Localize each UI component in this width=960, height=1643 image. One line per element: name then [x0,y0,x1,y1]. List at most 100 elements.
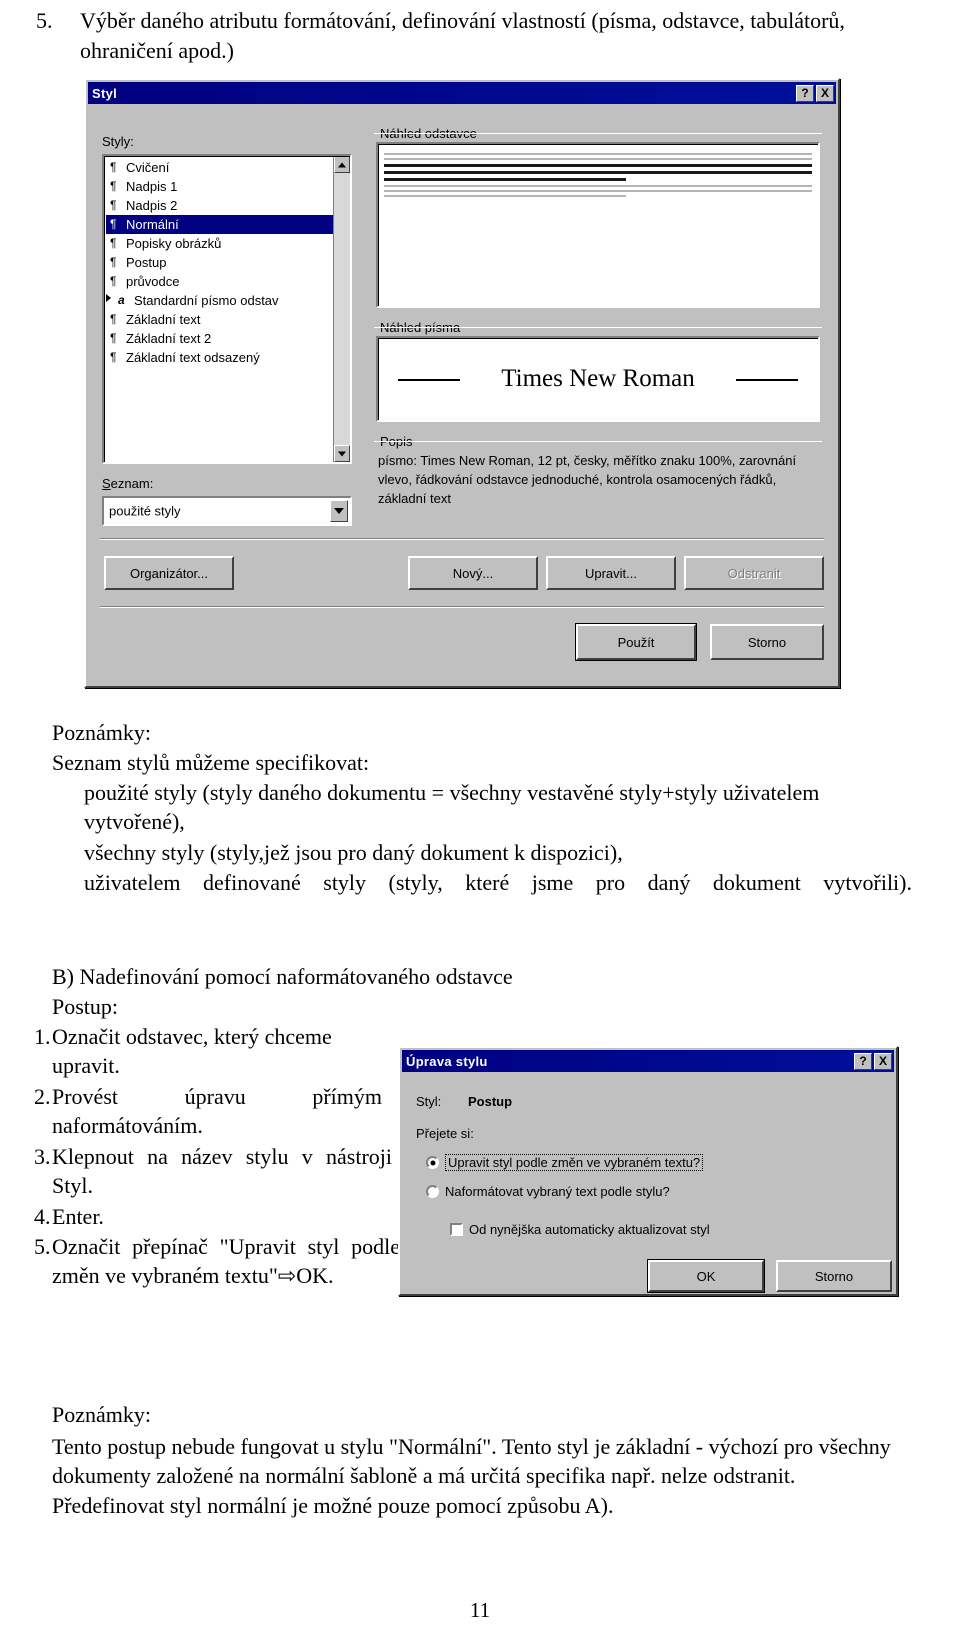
seznam-combobox[interactable]: použité styly [102,496,352,526]
list-item-label: Nadpis 2 [126,198,178,213]
step-text: Označit odstavec, který chceme upravit. [52,1024,332,1079]
list-item-label: Cvičení [126,160,170,175]
notes-1-item: použité styly (styly daného dokumentu = … [84,780,820,835]
styles-list[interactable]: ¶ Cvičení ¶ Nadpis 1 ¶ Nadpis 2 ¶ Normální ¶… [104,156,350,462]
divider-1 [100,538,824,540]
section-b-heading: B) Nadefinování pomocí naformátovaného o… [52,964,513,989]
list-item[interactable]: ¶ Nadpis 1 [106,177,350,196]
step-text: Provést úpravu přímým naformátováním. [52,1084,382,1139]
novy-button[interactable]: Nový... [408,556,538,590]
page-number: 11 [469,1598,491,1622]
preview-line-bold [384,171,812,174]
list-item[interactable]: ¶ Postup [106,253,350,272]
preview-font-group-line [374,327,822,335]
preview-line [384,185,812,187]
preview-line [384,153,812,155]
list-item[interactable]: ¶ Základní text [106,310,350,329]
radio-upravit-styl[interactable]: Upravit styl podle změn ve vybraném text… [426,1154,704,1171]
notes-1-title: Poznámky: [52,720,151,745]
list-item-label: Nadpis 1 [126,179,178,194]
styly-label: Styly: [102,134,134,149]
heading-text: Výběr daného atributu formátování, defin… [80,8,845,63]
chevron-down-icon[interactable] [330,500,348,522]
paragraph-mark-icon: ¶ [110,198,117,212]
list-item-label: Základní text odsazený [126,350,260,365]
close-icon[interactable]: X [816,84,834,102]
character-style-icon: a [118,293,125,307]
styles-list-scrollbar[interactable] [333,156,350,462]
scroll-track[interactable] [334,173,350,445]
step-text: Označit přepínač "Upravit styl podle změ… [52,1234,400,1289]
upravit-button[interactable]: Upravit... [546,556,676,590]
uprava-stylu-dialog: Úprava stylu ? X Styl: Postup Přejete si… [398,1046,898,1296]
expand-triangle-icon[interactable] [106,294,111,302]
list-item[interactable]: ¶ Cvičení [106,158,350,177]
popis-group-line [374,441,822,449]
seznam-label: Seznam: [102,476,154,491]
list-item[interactable]: ¶ Nadpis 2 [106,196,350,215]
styles-listbox[interactable]: ¶ Cvičení ¶ Nadpis 1 ¶ Nadpis 2 ¶ Normální ¶… [102,154,352,464]
notes-1-item: uživatelem definované styly (styly, kter… [84,870,912,895]
list-item-label: Popisky obrázků [126,236,222,251]
styl-value: Postup [468,1094,513,1109]
scroll-up-icon[interactable] [334,156,350,173]
notes-1-item: všechny styly (styly,jež jsou pro daný d… [84,840,623,865]
preview-line [384,158,812,160]
radio-naformatovat-text[interactable]: Naformátovat vybraný text podle stylu? [426,1184,670,1199]
pouzit-button[interactable]: Použít [576,624,696,660]
heading-number: 5. [36,8,53,33]
radio-naformatovat-text-label: Naformátovat vybraný text podle stylu? [445,1184,670,1199]
list-item-label: Standardní písmo odstav [134,293,279,308]
divider-2 [100,606,824,608]
close-icon[interactable]: X [874,1052,892,1070]
organizator-button[interactable]: Organizátor... [104,556,234,590]
paragraph-mark-icon: ¶ [110,274,117,288]
preview-line [384,195,626,197]
list-item[interactable]: a Standardní písmo odstav [106,291,350,310]
checkbox-auto-update-label: Od nynějška automaticky aktualizovat sty… [469,1222,710,1237]
paragraph-preview-box [376,142,820,308]
notes-2-text: Tento postup nebude fungovat u stylu "No… [52,1434,891,1518]
notes-1-intro: Seznam stylů můžeme specifikovat: [52,750,370,775]
checkbox-icon[interactable] [450,1223,463,1236]
styl-label: Styl: [416,1094,442,1109]
ok-button[interactable]: OK [648,1260,764,1292]
list-item[interactable]: ¶ průvodce [106,272,350,291]
paragraph-mark-icon: ¶ [110,312,117,326]
styl-dialog-title: Styl [92,85,118,101]
paragraph-mark-icon: ¶ [110,160,117,174]
paragraph-mark-icon: ¶ [110,236,117,250]
radio-upravit-styl-label: Upravit styl podle změn ve vybraném text… [445,1154,704,1171]
seznam-value: použité styly [109,503,181,519]
odstranit-button: Odstranit [684,556,824,590]
paragraph-mark-icon: ¶ [110,179,117,193]
list-item-label: Normální [126,217,179,232]
font-preview-box: Times New Roman [376,336,820,422]
list-item[interactable]: ¶ Základní text odsazený [106,348,350,367]
list-item-label: Postup [126,255,167,270]
styl-dialog: Styl ? X Styly: ¶ Cvičení ¶ Nadpis 1 ¶ Nadp… [84,78,840,688]
preview-line [384,190,812,192]
step-text: Klepnout na název stylu v nástroji Styl. [52,1144,392,1199]
paragraph-mark-icon: ¶ [110,255,117,269]
list-item-selected[interactable]: ¶ Normální [106,215,350,234]
scroll-down-icon[interactable] [334,445,350,462]
styl-dialog-titlebar[interactable]: Styl ? X [88,82,836,104]
uprava-storno-button[interactable]: Storno [776,1260,892,1292]
help-icon[interactable]: ? [796,84,814,102]
paragraph-mark-icon: ¶ [110,350,117,364]
list-item-label: průvodce [126,274,180,289]
checkbox-auto-update[interactable]: Od nynějška automaticky aktualizovat sty… [450,1222,710,1237]
radio-button-icon[interactable] [426,1156,439,1169]
font-sample-text: Times New Roman [501,365,695,392]
uprava-dialog-title: Úprava stylu [406,1053,488,1069]
storno-button[interactable]: Storno [710,624,824,660]
paragraph-mark-icon: ¶ [110,217,117,231]
step-text: Enter. [52,1204,104,1229]
radio-button-icon[interactable] [426,1185,439,1198]
list-item[interactable]: ¶ Popisky obrázků [106,234,350,253]
list-item[interactable]: ¶ Základní text 2 [106,329,350,348]
uprava-dialog-titlebar[interactable]: Úprava stylu ? X [402,1050,894,1072]
help-icon[interactable]: ? [854,1052,872,1070]
page-heading: 5. Výběr daného atributu formátování, de… [36,6,916,65]
